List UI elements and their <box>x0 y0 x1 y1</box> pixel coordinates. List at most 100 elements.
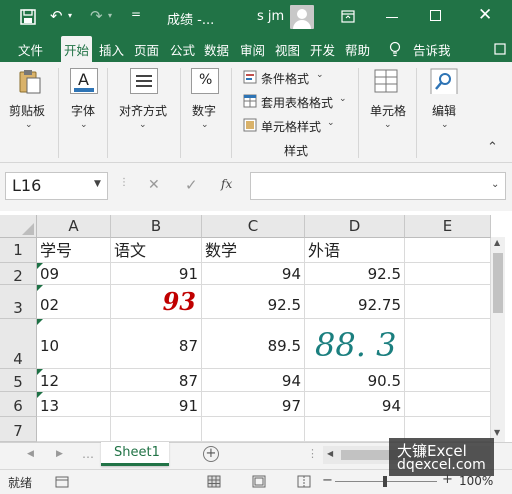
zoom-out-icon[interactable]: − <box>322 473 333 488</box>
tab-page-layout[interactable]: 页面 <box>134 40 159 59</box>
number-button[interactable]: 数字 <box>192 102 216 119</box>
normal-view-icon[interactable] <box>207 475 221 488</box>
tab-insert[interactable]: 插入 <box>99 40 124 59</box>
vertical-scrollbar[interactable]: ▲ ▼ <box>491 237 505 442</box>
conditional-format-chevron-icon[interactable]: ⌄ <box>316 70 324 80</box>
row-header[interactable]: 3 <box>0 285 37 319</box>
tab-formulas[interactable]: 公式 <box>170 40 195 59</box>
tab-review[interactable]: 审阅 <box>240 40 265 59</box>
cell-d6[interactable]: 94 <box>305 392 405 417</box>
avatar[interactable] <box>290 5 314 29</box>
cell-d4[interactable]: 88. 3 <box>305 319 405 369</box>
tab-file[interactable]: 文件 <box>18 40 43 59</box>
alignment-button[interactable]: 对齐方式 <box>119 102 167 119</box>
sheet-menu-icon[interactable]: … <box>82 447 94 461</box>
cell-c2[interactable]: 94 <box>202 263 305 285</box>
restore-icon[interactable] <box>430 10 441 21</box>
ribbon-display-icon[interactable] <box>341 10 355 23</box>
tab-developer[interactable]: 开发 <box>310 40 335 59</box>
cell-style-button[interactable]: 单元格样式 <box>261 118 321 135</box>
collapse-ribbon-icon[interactable]: ⌃ <box>487 140 498 155</box>
cell-a4[interactable]: 10 <box>37 319 111 369</box>
cell-b5[interactable]: 87 <box>111 369 202 392</box>
add-sheet-button[interactable]: + <box>203 446 219 462</box>
redo-dropdown-icon[interactable]: ▾ <box>108 11 112 20</box>
search-icon[interactable] <box>430 68 458 94</box>
tab-split-icon[interactable]: ⋮ <box>307 447 318 460</box>
page-break-view-icon[interactable] <box>297 475 311 488</box>
column-header-e[interactable]: E <box>405 215 491 238</box>
paste-icon[interactable] <box>15 68 43 94</box>
cell-c3[interactable]: 92.5 <box>202 285 305 319</box>
number-format-icon[interactable]: % <box>191 68 219 94</box>
cell-c1[interactable]: 数学 <box>202 238 305 263</box>
cell-c7[interactable] <box>202 417 305 442</box>
column-header-d[interactable]: D <box>305 215 405 238</box>
customize-quick-access[interactable]: = <box>131 7 141 21</box>
cell-e2[interactable] <box>405 263 491 285</box>
tab-home[interactable]: 开始 <box>61 36 93 62</box>
cells-icon[interactable] <box>373 68 401 94</box>
tell-me-search[interactable]: 告诉我 <box>413 40 451 59</box>
cell-a7[interactable] <box>37 417 111 442</box>
cell-d1[interactable]: 外语 <box>305 238 405 263</box>
save-icon[interactable] <box>20 9 36 25</box>
share-icon[interactable] <box>494 42 508 56</box>
select-all-corner[interactable] <box>0 215 37 238</box>
zoom-slider-thumb[interactable] <box>383 476 387 487</box>
cell-d5[interactable]: 90.5 <box>305 369 405 392</box>
tab-view[interactable]: 视图 <box>275 40 300 59</box>
conditional-format-button[interactable]: 条件格式 <box>261 70 309 87</box>
page-layout-view-icon[interactable] <box>252 475 266 488</box>
next-sheet-icon[interactable]: ▶ <box>56 449 63 459</box>
cell-e6[interactable] <box>405 392 491 417</box>
tab-data[interactable]: 数据 <box>204 40 229 59</box>
undo-icon[interactable]: ↶ <box>50 7 63 25</box>
cell-style-chevron-icon[interactable]: ⌄ <box>327 118 335 128</box>
font-icon[interactable]: A <box>70 68 98 94</box>
confirm-icon[interactable]: ✓ <box>185 176 198 194</box>
cell-b3[interactable]: 93 <box>111 285 202 319</box>
cell-d2[interactable]: 92.5 <box>305 263 405 285</box>
name-box[interactable]: L16 ▼ <box>5 172 108 200</box>
sheet-tab-sheet1[interactable]: Sheet1 <box>101 442 169 466</box>
row-header[interactable]: 1 <box>0 238 37 263</box>
row-header[interactable]: 5 <box>0 369 37 392</box>
font-chevron-icon[interactable]: ⌄ <box>80 120 88 130</box>
cell-b1[interactable]: 语文 <box>111 238 202 263</box>
cell-e5[interactable] <box>405 369 491 392</box>
user-name[interactable]: s jm <box>257 9 284 24</box>
cell-c6[interactable]: 97 <box>202 392 305 417</box>
column-header-b[interactable]: B <box>111 215 202 238</box>
cell-b2[interactable]: 91 <box>111 263 202 285</box>
insert-function-button[interactable]: fx <box>221 177 232 191</box>
cells-chevron-icon[interactable]: ⌄ <box>384 120 392 130</box>
zoom-level[interactable]: 100% <box>459 474 493 488</box>
vertical-scroll-thumb[interactable] <box>493 253 503 313</box>
cells-button[interactable]: 单元格 <box>370 102 406 119</box>
prev-sheet-icon[interactable]: ◀ <box>27 449 34 459</box>
cell-a2[interactable]: 09 <box>37 263 111 285</box>
number-chevron-icon[interactable]: ⌄ <box>201 120 209 130</box>
formula-input[interactable]: ⌄ <box>250 172 506 200</box>
cancel-icon[interactable]: ✕ <box>148 177 160 193</box>
close-icon[interactable]: ✕ <box>478 5 492 25</box>
redo-icon[interactable]: ↷ <box>90 7 103 25</box>
edit-chevron-icon[interactable]: ⌄ <box>441 120 449 130</box>
cell-a6[interactable]: 13 <box>37 392 111 417</box>
cell-a3[interactable]: 02 <box>37 285 111 319</box>
clipboard-button[interactable]: 剪贴板 <box>9 102 45 119</box>
undo-dropdown-icon[interactable]: ▾ <box>68 11 72 20</box>
row-header[interactable]: 7 <box>0 417 37 442</box>
alignment-icon[interactable] <box>130 68 158 94</box>
row-header[interactable]: 2 <box>0 263 37 285</box>
macro-record-icon[interactable] <box>55 476 69 488</box>
cell-c5[interactable]: 94 <box>202 369 305 392</box>
cell-b7[interactable] <box>111 417 202 442</box>
cell-d3[interactable]: 92.75 <box>305 285 405 319</box>
clipboard-chevron-icon[interactable]: ⌄ <box>25 120 33 130</box>
cell-b6[interactable]: 91 <box>111 392 202 417</box>
row-header[interactable]: 4 <box>0 319 37 369</box>
cell-e1[interactable] <box>405 238 491 263</box>
tab-help[interactable]: 帮助 <box>345 40 370 59</box>
